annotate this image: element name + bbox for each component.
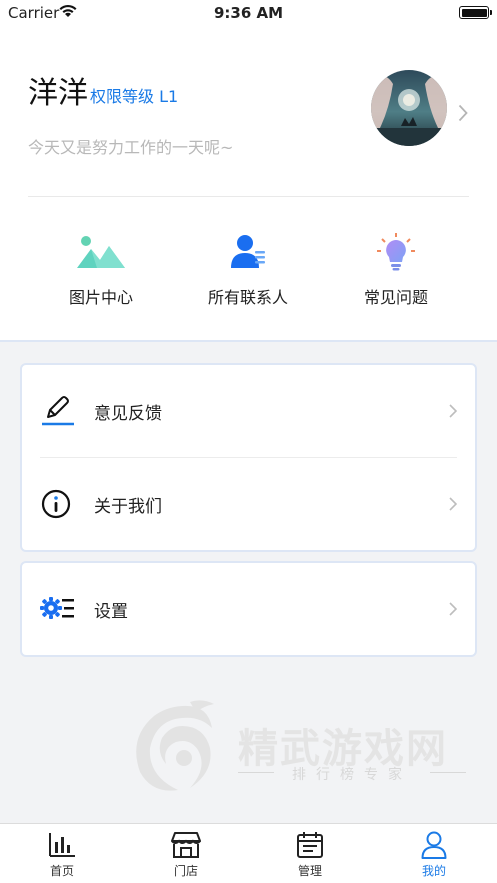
tab-label: 首页 [49, 864, 74, 878]
tab-bar: 首页 门店 管理 我的 [0, 823, 497, 883]
tab-store[interactable]: 门店 [146, 830, 226, 879]
tab-label: 我的 [421, 864, 446, 878]
tab-label: 门店 [173, 864, 198, 878]
chevron-right-icon [449, 496, 458, 515]
info-icon [40, 488, 76, 520]
name-row[interactable]: 洋洋 权限等级 L1 [28, 76, 178, 112]
divider [430, 772, 466, 773]
profile-card: 洋洋 权限等级 L1 今天又是努力工作的一天呢~ 图片中心 所有联系人 常见问题 [0, 26, 497, 342]
tab-manage[interactable]: 管理 [270, 830, 350, 879]
menu-label-settings: 设置 [94, 601, 128, 622]
watermark-subtitle: 排行榜专家 [292, 767, 412, 783]
menu-card: 设置 [20, 561, 477, 657]
clock: 9:36 AM [213, 4, 284, 22]
lightbulb-icon [336, 232, 456, 272]
chart-icon [22, 830, 102, 860]
menu-item-about[interactable]: 关于我们 [22, 458, 475, 550]
person-icon [394, 830, 474, 860]
tab-home[interactable]: 首页 [22, 830, 102, 879]
tab-mine[interactable]: 我的 [394, 830, 474, 879]
image-icon [41, 232, 161, 272]
settings-icon [40, 593, 76, 625]
watermark-logo-icon [136, 700, 214, 791]
user-motto: 今天又是努力工作的一天呢~ [28, 138, 234, 157]
store-icon [146, 830, 226, 860]
menu-label-feedback: 意见反馈 [94, 403, 162, 424]
status-bar: Carrier 9:36 AM [0, 0, 497, 26]
battery-icon [459, 6, 492, 19]
menu-item-settings[interactable]: 设置 [22, 563, 475, 655]
quick-action-label: 所有联系人 [207, 288, 288, 307]
quick-action-faq[interactable]: 常见问题 [336, 232, 456, 308]
contacts-icon [188, 232, 308, 272]
avatar[interactable] [371, 70, 447, 146]
quick-action-label: 图片中心 [68, 288, 133, 307]
menu-item-feedback[interactable]: 意见反馈 [22, 365, 475, 457]
chevron-right-icon [449, 601, 458, 620]
quick-action-image-center[interactable]: 图片中心 [41, 232, 161, 308]
user-level: 权限等级 L1 [90, 87, 179, 106]
quick-action-label: 常见问题 [363, 288, 428, 307]
user-name: 洋洋 [28, 76, 88, 111]
tab-label: 管理 [297, 864, 322, 878]
quick-action-contacts[interactable]: 所有联系人 [188, 232, 308, 308]
calendar-icon [270, 830, 350, 860]
menu-label-about: 关于我们 [94, 496, 162, 517]
edit-icon [40, 395, 76, 427]
watermark: 精武游戏网 排行榜专家 [130, 698, 480, 808]
chevron-right-icon[interactable] [458, 104, 468, 126]
menu-card: 意见反馈 关于我们 [20, 363, 477, 552]
chevron-right-icon [449, 403, 458, 422]
divider [28, 196, 469, 197]
